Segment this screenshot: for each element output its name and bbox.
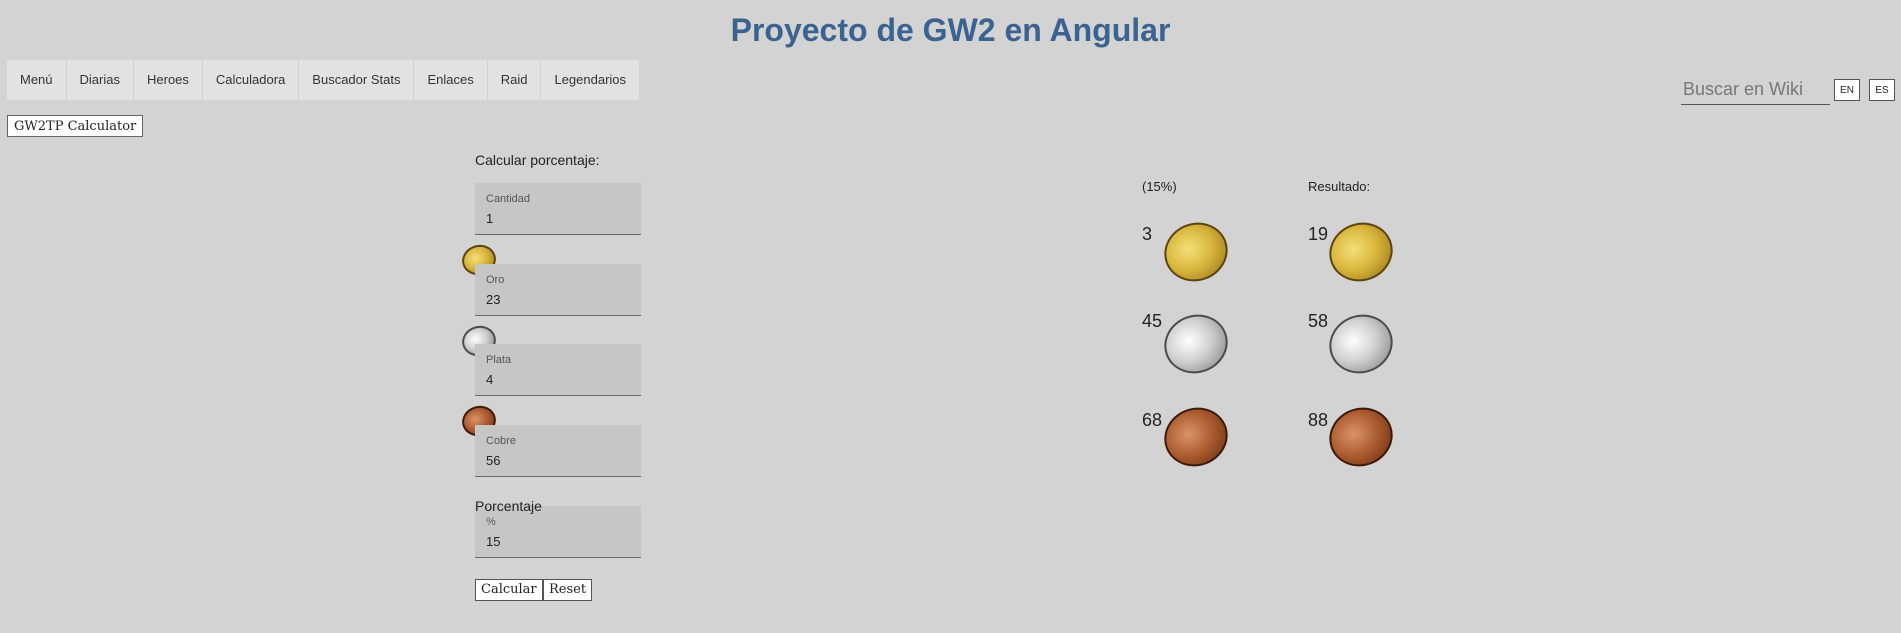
cantidad-label: Cantidad <box>486 193 531 205</box>
wiki-search-input[interactable] <box>1681 74 1830 105</box>
cantidad-field[interactable]: Cantidad <box>475 183 641 235</box>
percent-result-header: (15%) <box>1142 179 1177 194</box>
cobre-field[interactable]: Cobre <box>475 425 641 477</box>
main-nav: Menú Diarias Heroes Calculadora Buscador… <box>7 60 640 100</box>
result-copper-value: 88 <box>1308 410 1329 430</box>
nav-item-raid[interactable]: Raid <box>487 60 542 100</box>
language-en-button[interactable]: EN <box>1834 79 1860 101</box>
nav-item-buscador-stats[interactable]: Buscador Stats <box>299 60 415 100</box>
oro-input[interactable] <box>486 290 626 308</box>
percent-silver-value: 45 <box>1142 311 1163 331</box>
nav-item-menu[interactable]: Menú <box>7 60 67 100</box>
oro-label: Oro <box>486 274 505 286</box>
silver-coin-icon <box>1156 305 1236 383</box>
porcentaje-section-label: Porcentaje <box>475 498 542 514</box>
nav-item-calculadora[interactable]: Calculadora <box>202 60 300 100</box>
nav-item-diarias[interactable]: Diarias <box>66 60 134 100</box>
plata-field[interactable]: Plata <box>475 344 641 396</box>
gw2tp-calculator-button[interactable]: GW2TP Calculator <box>7 115 144 137</box>
result-silver-value: 58 <box>1308 311 1329 331</box>
percent-label: % <box>486 516 496 528</box>
cobre-label: Cobre <box>486 435 516 447</box>
silver-coin-icon <box>1321 305 1401 383</box>
nav-item-enlaces[interactable]: Enlaces <box>414 60 488 100</box>
calculate-button[interactable]: Calcular <box>475 579 543 601</box>
percent-copper-value: 68 <box>1142 410 1163 430</box>
result-header: Resultado: <box>1308 179 1371 194</box>
percent-input[interactable] <box>486 532 626 550</box>
gold-coin-icon <box>1321 213 1401 291</box>
cantidad-input[interactable] <box>486 209 626 227</box>
plata-input[interactable] <box>486 370 626 388</box>
oro-field[interactable]: Oro <box>475 264 641 316</box>
nav-item-legendarios[interactable]: Legendarios <box>541 60 640 100</box>
language-es-button[interactable]: ES <box>1869 79 1895 101</box>
copper-coin-icon <box>1156 398 1236 476</box>
result-gold-value: 19 <box>1308 224 1329 244</box>
plata-label: Plata <box>486 354 512 366</box>
reset-button[interactable]: Reset <box>543 579 593 601</box>
form-title: Calcular porcentaje: <box>475 152 600 168</box>
percent-gold-value: 3 <box>1142 224 1153 244</box>
page-title: Proyecto de GW2 en Angular <box>730 12 1171 48</box>
gold-coin-icon <box>1156 213 1236 291</box>
nav-item-heroes[interactable]: Heroes <box>134 60 203 100</box>
copper-coin-icon <box>1321 398 1401 476</box>
cobre-input[interactable] <box>486 451 626 469</box>
